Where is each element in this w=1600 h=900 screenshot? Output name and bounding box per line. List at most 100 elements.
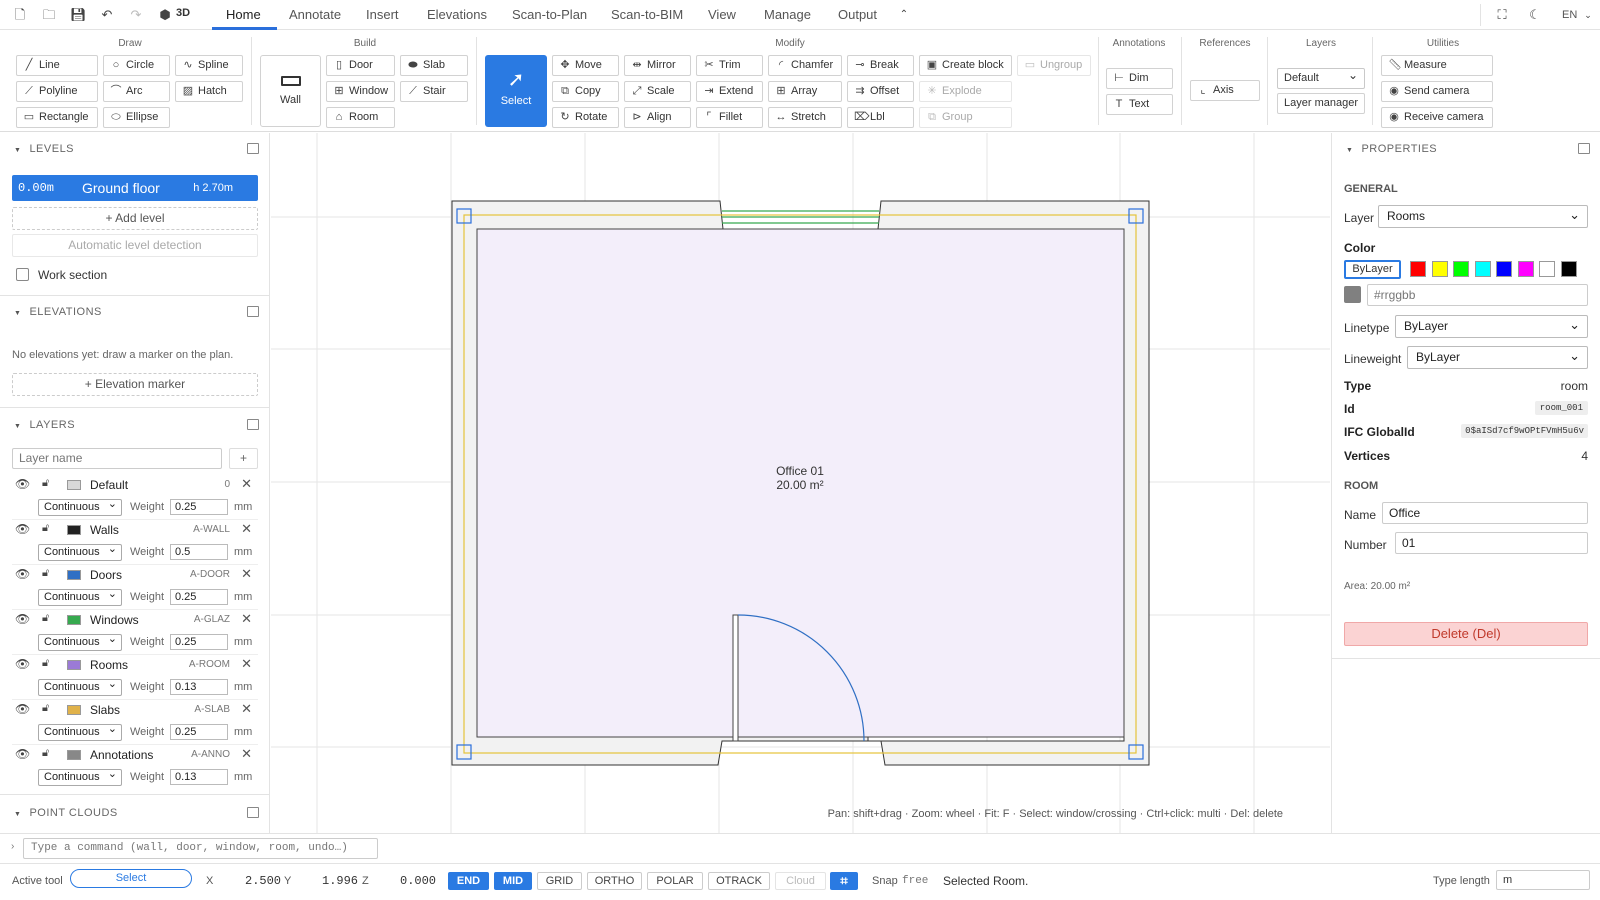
build-slab-button[interactable]: ⬬ Slab (400, 55, 468, 76)
layer-linetype-select[interactable]: Continuous (38, 497, 122, 516)
receive-camera-button[interactable]: ◉ Receive camera (1381, 107, 1493, 128)
pop-out-icon[interactable] (247, 419, 259, 430)
build-wall-button[interactable]: Wall (260, 55, 321, 127)
modify-trim-button[interactable]: ✂ Trim (696, 55, 763, 76)
modify-scale-button[interactable]: ⤢ Scale (624, 81, 691, 102)
delete-layer-icon[interactable]: ✕ (241, 656, 252, 672)
draw-rectangle-button[interactable]: ▭ Rectangle (16, 107, 98, 128)
modify-array-button[interactable]: ⊞ Array (768, 81, 842, 102)
window-element[interactable] (722, 210, 879, 224)
properties-header[interactable]: ▼ PROPERTIES (1346, 143, 1437, 155)
layer-color-swatch[interactable] (67, 570, 81, 580)
eye-icon[interactable]: 👁︎ (15, 612, 30, 626)
layer-row-windows[interactable]: 👁︎ 🔓︎ Windows A-GLAZ ✕ Continuous Weight 0.25 mm (12, 610, 258, 654)
tab-output[interactable]: Output (838, 7, 877, 22)
layer-row-slabs[interactable]: 👁︎ 🔓︎ Slabs A-SLAB ✕ Continuous Weight 0.25 mm (12, 700, 258, 744)
layer-color-swatch[interactable] (67, 660, 81, 670)
layer-weight-input[interactable]: 0.25 (170, 634, 228, 650)
pop-out-icon[interactable] (247, 306, 259, 317)
modify-fillet-button[interactable]: ⌜ Fillet (696, 107, 763, 128)
modify-offset-button[interactable]: ⇉ Offset (847, 81, 914, 102)
snap-mid-toggle[interactable]: MID (494, 872, 532, 890)
modify-copy-button[interactable]: ⧉ Copy (552, 81, 619, 102)
select-tool-button[interactable]: ➚ Select (485, 55, 547, 127)
annotate-dim-button[interactable]: ⊢ Dim (1106, 68, 1173, 89)
active-tool-field[interactable]: Select (70, 869, 192, 888)
build-door-button[interactable]: ▯ Door (326, 55, 395, 76)
draw-circle-button[interactable]: ○ Circle (103, 55, 170, 76)
layer-color-swatch[interactable] (67, 615, 81, 625)
delete-button[interactable]: Delete (Del) (1344, 622, 1588, 646)
tab-scan-to-plan[interactable]: Scan-to-Plan (512, 7, 587, 22)
color-preview[interactable] (1344, 286, 1361, 303)
color-swatch[interactable] (1410, 261, 1426, 277)
explode-button[interactable]: ✳ Explode (919, 81, 1012, 102)
polar-toggle[interactable]: POLAR (647, 872, 703, 890)
add-level-button[interactable]: + Add level (12, 207, 258, 230)
modify-rotate-button[interactable]: ↻ Rotate (552, 107, 619, 128)
pop-out-icon[interactable] (1578, 143, 1590, 154)
color-swatch[interactable] (1431, 261, 1448, 277)
cube-icon[interactable]: ⬢ (157, 7, 173, 23)
tab-elevations[interactable]: Elevations (427, 7, 487, 22)
fullscreen-icon[interactable]: ⛶ (1494, 7, 1510, 23)
collapse-ribbon-icon[interactable]: ⌃ (896, 7, 912, 23)
modify-extend-button[interactable]: ⇥ Extend (696, 81, 763, 102)
annotate-text-button[interactable]: T Text (1106, 94, 1173, 115)
cloud-toggle[interactable]: Cloud (775, 872, 826, 890)
eye-icon[interactable]: 👁︎ (15, 747, 30, 761)
layer-name-input[interactable]: Layer name (12, 448, 222, 469)
pop-out-icon[interactable] (247, 143, 259, 154)
modify-label-button[interactable]: ⌦Lbl (847, 107, 914, 128)
layer-row-default[interactable]: 👁︎ 🔓︎ Default 0 ✕ Continuous Weight 0.25 mm (12, 475, 258, 519)
save-icon[interactable]: 💾︎ (70, 7, 87, 23)
tab-annotate[interactable]: Annotate (289, 7, 341, 22)
measure-button[interactable]: 📏︎ Measure (1381, 55, 1493, 76)
layer-select[interactable]: Rooms (1378, 204, 1588, 228)
room-number-input[interactable]: 01 (1395, 532, 1588, 554)
linetype-select[interactable]: ByLayer (1395, 314, 1588, 338)
undo-icon[interactable]: ↶ (99, 7, 115, 23)
snap-end-toggle[interactable]: END (448, 872, 489, 890)
level-item-ground-floor[interactable]: 0.00m Ground floor h 2.70m (12, 175, 258, 201)
tab-insert[interactable]: Insert (366, 7, 399, 22)
draw-line-button[interactable]: ╱ Line (16, 55, 98, 76)
tab-scan-to-bim[interactable]: Scan-to-BIM (611, 7, 683, 22)
layers-header[interactable]: ▼ LAYERS (14, 419, 75, 431)
draw-polyline-button[interactable]: ⟋ Polyline (16, 81, 98, 102)
point-clouds-header[interactable]: ▼ POINT CLOUDS (14, 807, 118, 819)
tab-view[interactable]: View (708, 7, 736, 22)
modify-move-button[interactable]: ✥ Move (552, 55, 619, 76)
color-swatch[interactable] (1496, 261, 1512, 277)
layer-color-swatch[interactable] (67, 480, 81, 490)
lock-icon[interactable]: 🔓︎ (42, 657, 49, 670)
reference-axis-button[interactable]: ⌞ Axis (1190, 80, 1260, 101)
group-button[interactable]: ⧉ Group (919, 107, 1012, 128)
work-section-checkbox[interactable] (16, 268, 29, 281)
modify-break-button[interactable]: ⊸ Break (847, 55, 914, 76)
eye-icon[interactable]: 👁︎ (15, 522, 30, 536)
ungroup-button[interactable]: ▭ Ungroup (1017, 55, 1091, 76)
lock-icon[interactable]: 🔓︎ (42, 522, 49, 535)
layer-linetype-select[interactable]: Continuous (38, 722, 122, 741)
layer-weight-input[interactable]: 0.25 (170, 724, 228, 740)
modify-mirror-button[interactable]: ⇹ Mirror (624, 55, 691, 76)
delete-layer-icon[interactable]: ✕ (241, 521, 252, 537)
delete-layer-icon[interactable]: ✕ (241, 476, 252, 492)
elevation-marker-button[interactable]: + Elevation marker (12, 373, 258, 396)
layer-weight-input[interactable]: 0.13 (170, 679, 228, 695)
otrack-toggle[interactable]: OTRACK (708, 872, 770, 890)
hex-color-input[interactable]: #rrggbb (1367, 284, 1588, 306)
automatic-level-detection-button[interactable]: Automatic level detection (12, 234, 258, 257)
build-stair-button[interactable]: ⟋ Stair (400, 81, 468, 102)
send-camera-button[interactable]: ◉ Send camera (1381, 81, 1493, 102)
type-length-input[interactable]: m (1496, 870, 1590, 890)
layer-weight-input[interactable]: 0.25 (170, 589, 228, 605)
ortho-toggle[interactable]: ORTHO (587, 872, 642, 890)
layer-weight-input[interactable]: 0.25 (170, 499, 228, 515)
view-3d-button[interactable]: 3D (176, 7, 190, 19)
pop-out-icon[interactable] (247, 807, 259, 818)
lineweight-select[interactable]: ByLayer (1407, 345, 1588, 369)
room-name-input[interactable]: Office (1382, 502, 1588, 524)
layer-color-swatch[interactable] (67, 750, 81, 760)
